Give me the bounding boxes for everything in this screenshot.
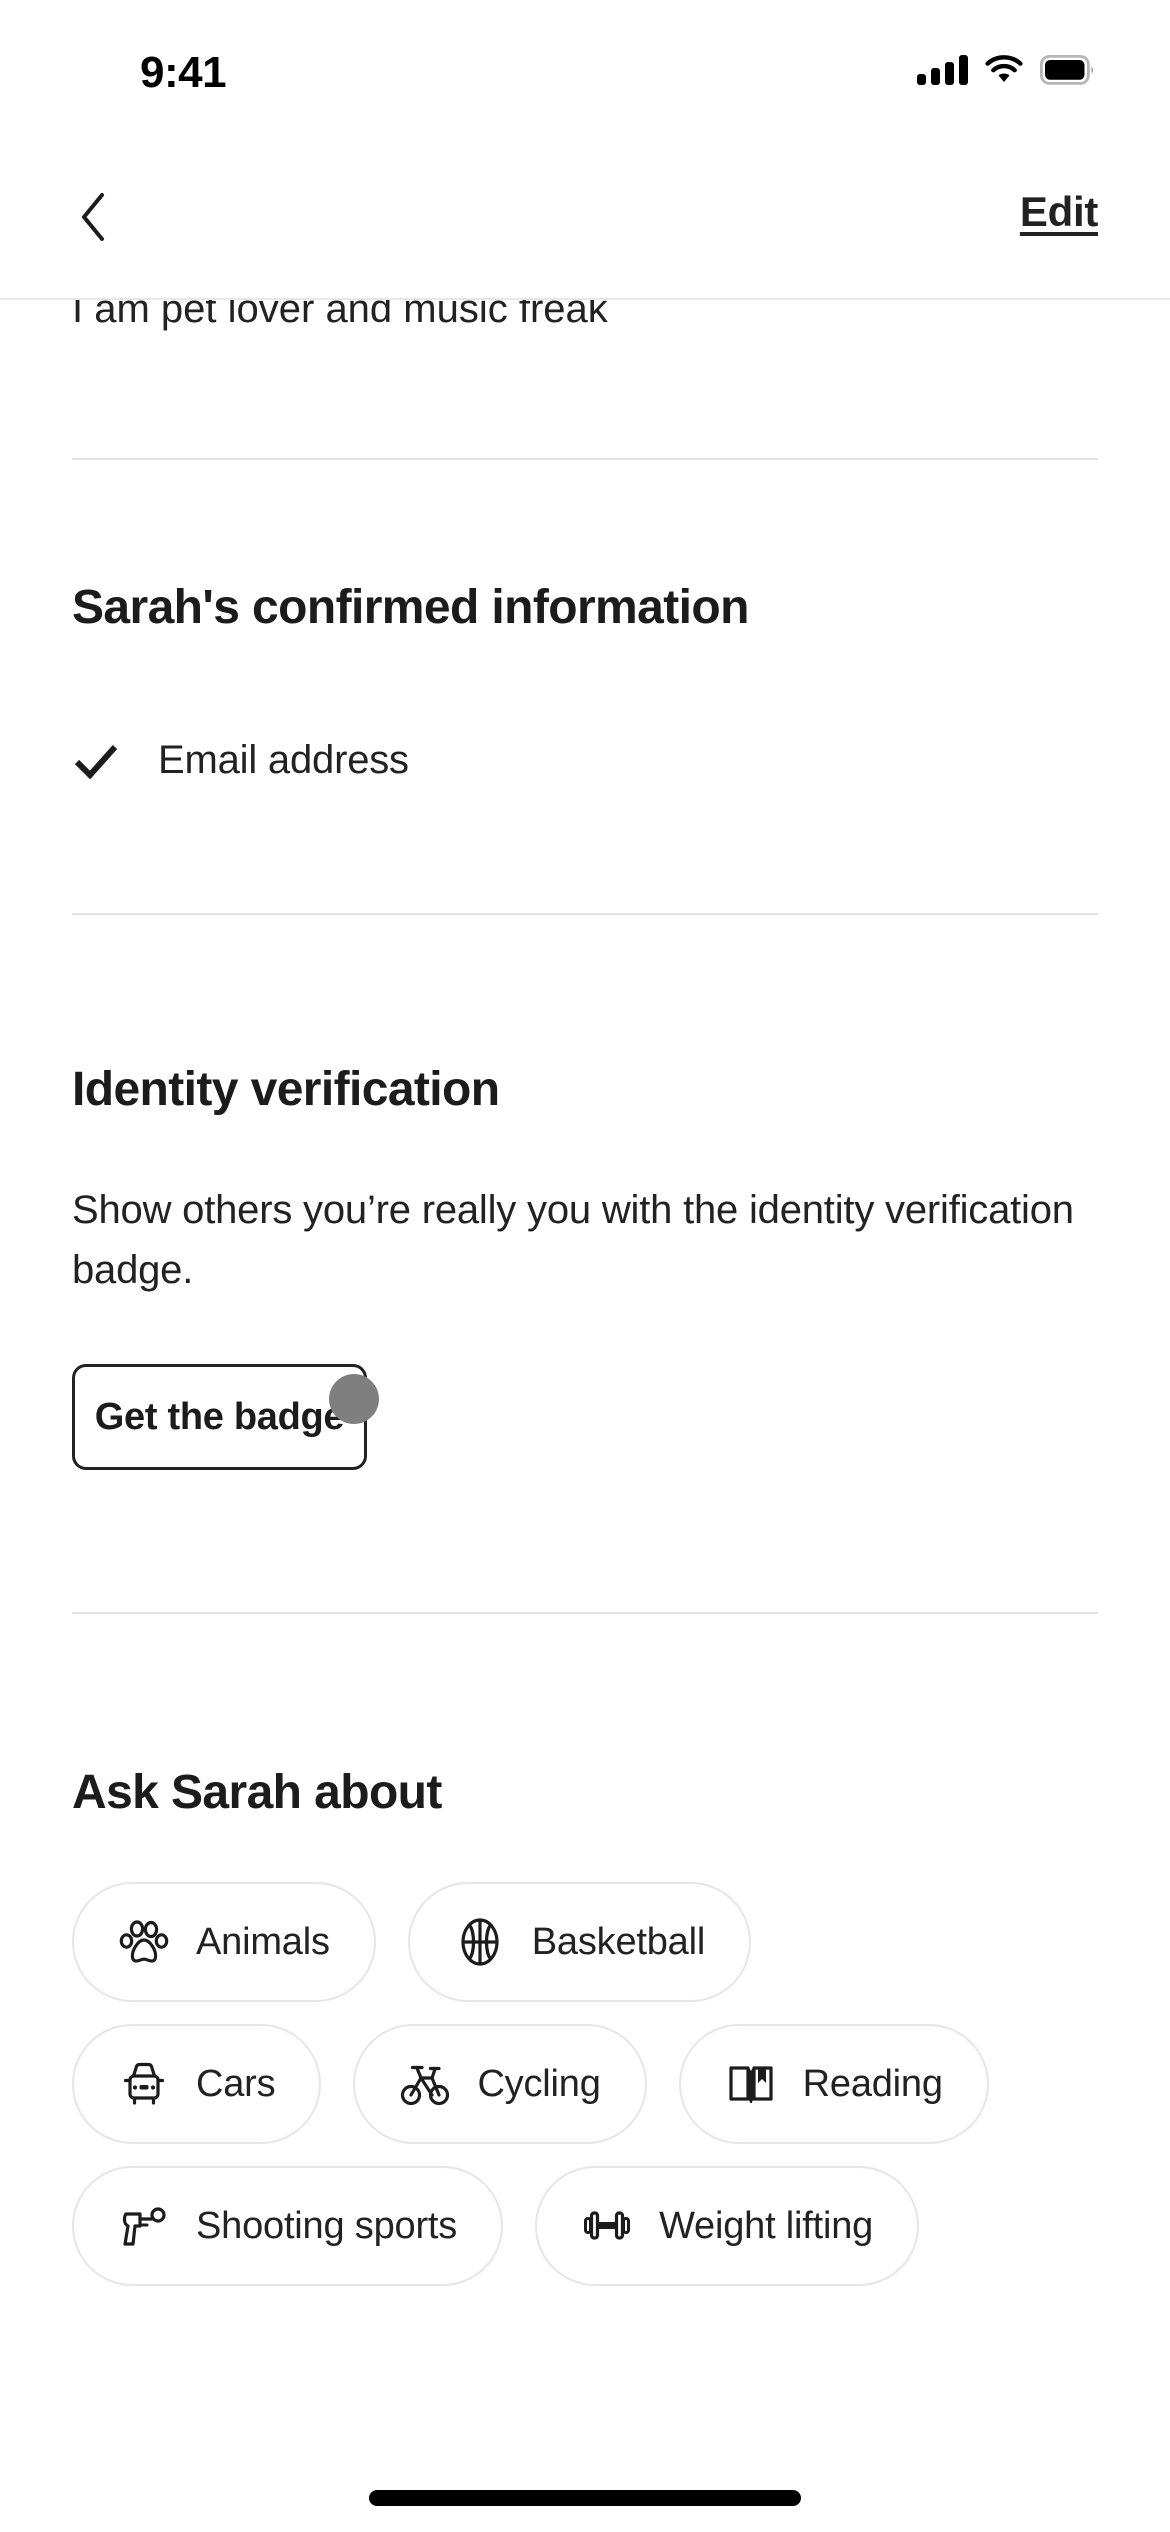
interest-chip-shooting-sports[interactable]: Shooting sports — [72, 2166, 504, 2286]
chip-label: Weight lifting — [659, 2204, 874, 2247]
interest-chip-reading[interactable]: Reading — [678, 2024, 989, 2144]
confirmed-item-email: Email address — [72, 736, 409, 784]
chip-row: Cars Cycling Reading — [72, 2024, 1112, 2144]
chevron-left-icon — [82, 193, 104, 241]
chip-row: Animals Basketball — [72, 1882, 1112, 2002]
identity-verification-heading: Identity verification — [72, 1063, 500, 1116]
check-icon — [74, 745, 118, 780]
home-indicator[interactable] — [369, 2490, 801, 2506]
interest-chip-weight-lifting[interactable]: Weight lifting — [535, 2166, 920, 2286]
dumbbell-icon — [584, 2211, 631, 2240]
phone-screen: 9:41 I am pet lover and music freak Sara… — [0, 0, 1170, 2532]
section-divider — [72, 913, 1098, 915]
paw-print-icon — [119, 1920, 169, 1963]
bicycle-icon — [401, 2065, 450, 2106]
identity-verification-description: Show others you’re really you with the i… — [72, 1188, 1074, 1292]
ask-about-heading: Ask Sarah about — [72, 1766, 442, 1819]
get-the-badge-button[interactable]: Get the badge — [72, 1364, 367, 1470]
section-divider — [72, 458, 1098, 460]
interest-chips-area: Animals Basketball Cars Cycling Reading … — [72, 1882, 1112, 2308]
open-book-icon — [729, 2066, 773, 2104]
chip-label: Reading — [802, 2062, 943, 2105]
car-icon — [123, 2062, 165, 2105]
basketball-icon — [461, 1918, 499, 1966]
chip-label: Basketball — [531, 1920, 706, 1963]
chip-label: Cycling — [477, 2062, 601, 2105]
target-pistol-icon — [122, 2207, 166, 2246]
chip-label: Cars — [196, 2062, 276, 2105]
confirmed-item-label: Email address — [158, 737, 409, 782]
interest-chip-basketball[interactable]: Basketball — [407, 1882, 752, 2002]
profile-content: I am pet lover and music freak Sarah's c… — [0, 0, 1170, 2532]
edit-button[interactable]: Edit — [1020, 188, 1098, 236]
navigation-header: Edit — [0, 140, 1170, 300]
interest-chip-animals[interactable]: Animals — [72, 1882, 376, 2002]
chip-label: Shooting sports — [196, 2204, 458, 2247]
interest-chip-cycling[interactable]: Cycling — [353, 2024, 647, 2144]
confirmed-information-heading: Sarah's confirmed information — [72, 581, 749, 634]
back-button[interactable] — [58, 182, 128, 252]
section-divider — [72, 1612, 1098, 1614]
interest-chip-cars[interactable]: Cars — [72, 2024, 322, 2144]
chip-label: Animals — [196, 1920, 330, 1963]
chip-row: Shooting sports Weight lifting — [72, 2166, 1112, 2286]
